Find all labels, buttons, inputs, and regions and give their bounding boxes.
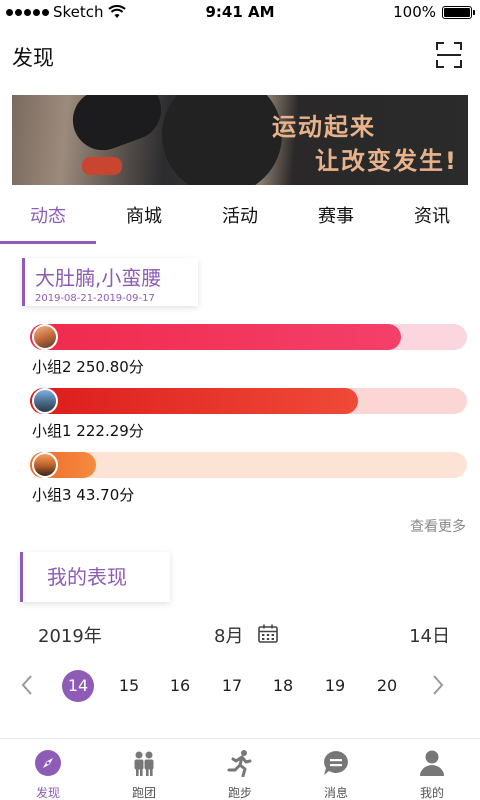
week-day[interactable]: 19 (319, 670, 351, 702)
tabbar-label: 发现 (35, 786, 60, 800)
bottom-tab-bar: 发现 跑团 跑步 消息 我的 (0, 738, 480, 800)
battery-percent: 100% (393, 3, 436, 21)
group-icon (134, 751, 154, 776)
banner-slogan-1: 运动起来 (272, 113, 376, 141)
compass-icon (35, 750, 61, 776)
avatar (32, 388, 58, 414)
day-label[interactable]: 14日 (409, 622, 450, 648)
avatar (32, 452, 58, 478)
user-icon (420, 750, 444, 776)
tabbar-item-team[interactable]: 跑团 (96, 739, 192, 800)
see-more-link[interactable]: 查看更多 (410, 516, 466, 536)
year-label[interactable]: 2019年 (38, 622, 102, 648)
week-day[interactable]: 18 (267, 670, 299, 702)
banner-photo-shape (162, 95, 282, 185)
runner-icon (227, 750, 252, 777)
avatar (32, 324, 58, 350)
tabbar-label: 我的 (419, 786, 444, 800)
banner-photo (64, 95, 170, 159)
ranking-label: 小组1 222.29分 (32, 422, 144, 440)
performance-title: 我的表现 (47, 565, 127, 589)
banner-slogan-2: 让改变发生! (315, 147, 458, 175)
ranking-label: 小组3 43.70分 (32, 486, 135, 504)
battery-area: 100% (393, 3, 475, 21)
tabbar-label: 跑步 (227, 786, 252, 800)
week-day[interactable]: 15 (113, 670, 145, 702)
tabbar-item-run[interactable]: 跑步 (192, 739, 288, 800)
ranking-bar (30, 388, 358, 414)
tabbar-item-messages[interactable]: 消息 (288, 739, 384, 800)
message-icon (324, 751, 348, 775)
category-tabs: 动态 商城 活动 赛事 资讯 (0, 195, 480, 249)
ranking-bar (30, 324, 402, 350)
scan-icon[interactable] (436, 42, 462, 68)
challenge-header[interactable]: 大肚腩,小蛮腰 2019-08-21-2019-09-17 (22, 258, 198, 306)
date-selector: 2019年 8月 14日 (0, 622, 480, 648)
tab-feed[interactable]: 动态 (0, 195, 96, 249)
promo-banner[interactable]: 运动起来 让改变发生! (12, 95, 468, 185)
tab-news[interactable]: 资讯 (384, 195, 480, 249)
ranking-row[interactable]: 小组2 250.80分 (30, 324, 467, 376)
tabbar-item-discover[interactable]: 发现 (0, 739, 96, 800)
week-day[interactable]: 20 (371, 670, 403, 702)
week-day[interactable]: 16 (164, 670, 196, 702)
week-strip: 14 15 16 17 18 19 20 (0, 670, 480, 702)
ranking-row[interactable]: 小组3 43.70分 (30, 452, 467, 504)
tabbar-label: 跑团 (131, 786, 156, 800)
challenge-date: 2019-08-21-2019-09-17 (35, 293, 155, 304)
page-title: 发现 (12, 46, 54, 70)
ranking-track (30, 452, 467, 478)
nav-bar: 发现 (0, 30, 480, 82)
chevron-right-icon[interactable] (431, 674, 445, 696)
battery-icon (442, 5, 475, 19)
tab-mall[interactable]: 商城 (96, 195, 192, 249)
calendar-icon[interactable] (258, 624, 278, 643)
month-label[interactable]: 8月 (214, 622, 243, 648)
ranking-label: 小组2 250.80分 (32, 358, 144, 376)
tabbar-label: 消息 (323, 786, 348, 800)
week-day[interactable]: 17 (216, 670, 248, 702)
tab-events[interactable]: 赛事 (288, 195, 384, 249)
chevron-left-icon[interactable] (20, 674, 34, 696)
banner-shoe (82, 157, 122, 175)
challenge-title: 大肚腩,小蛮腰 (35, 266, 162, 290)
week-day[interactable]: 14 (62, 670, 94, 702)
tabbar-item-profile[interactable]: 我的 (384, 739, 480, 800)
performance-header: 我的表现 (20, 552, 170, 602)
tab-activities[interactable]: 活动 (192, 195, 288, 249)
status-bar: Sketch 9:41 AM 100% (0, 0, 480, 24)
ranking-row[interactable]: 小组1 222.29分 (30, 388, 467, 440)
